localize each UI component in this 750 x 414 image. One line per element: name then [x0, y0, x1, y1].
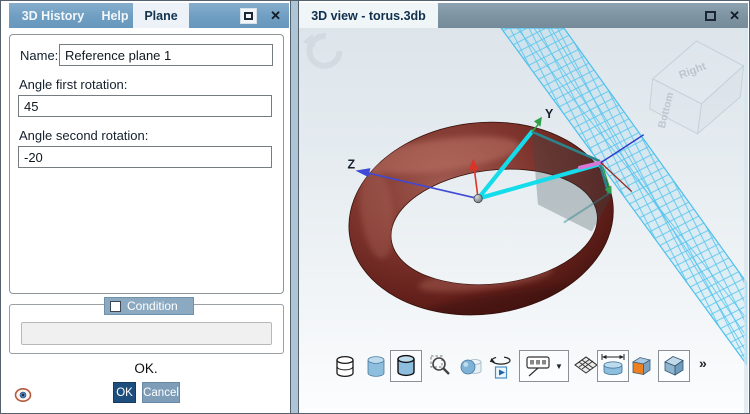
plane-dialog-panel: 3D History Help Plane ✕ Name: Angle firs…: [1, 1, 290, 413]
application-window: 3D History Help Plane ✕ Name: Angle firs…: [0, 0, 750, 414]
visibility-eye-icon[interactable]: [14, 386, 34, 404]
left-window-buttons: ✕: [240, 3, 289, 28]
3d-view-panel: 3D view - torus.3db ✕ Right Bottom Z Y ▼…: [299, 1, 749, 413]
tab-3d-view[interactable]: 3D view - torus.3db: [299, 3, 438, 28]
condition-toggle[interactable]: Condition: [104, 297, 194, 315]
rotate-watermark-icon: [302, 32, 343, 69]
angle-first-input[interactable]: [18, 95, 272, 117]
shaded-outline-cylinder-icon[interactable]: [390, 350, 422, 382]
close-icon[interactable]: ✕: [729, 9, 740, 22]
zoom-region-icon[interactable]: [429, 354, 453, 380]
3d-viewport[interactable]: Right Bottom Z Y ▼ »: [299, 28, 748, 413]
wireframe-cylinder-icon[interactable]: [333, 354, 357, 380]
z-axis-arrow: [355, 168, 371, 178]
ok-button[interactable]: OK: [113, 382, 136, 403]
dropdown-arrow-icon[interactable]: ▼: [555, 362, 563, 371]
tab-plane[interactable]: Plane: [133, 3, 189, 28]
view-cube[interactable]: Right Bottom: [649, 40, 745, 135]
angle-second-label: Angle second rotation:: [19, 128, 149, 143]
right-window-buttons: ✕: [705, 3, 748, 28]
transparency-sphere-icon[interactable]: [459, 354, 483, 380]
cancel-button[interactable]: Cancel: [142, 382, 180, 403]
name-label: Name:: [20, 48, 59, 63]
maximize-icon[interactable]: [705, 10, 717, 21]
condition-label: Condition: [127, 299, 178, 313]
orange-face-box-icon[interactable]: [629, 354, 653, 380]
tab-help[interactable]: Help: [97, 3, 133, 28]
z-axis-label: Z: [347, 158, 355, 172]
tab-3d-history[interactable]: 3D History: [9, 3, 97, 28]
close-icon[interactable]: ✕: [270, 9, 281, 22]
solid-cube-icon[interactable]: [658, 350, 690, 382]
panel-divider[interactable]: [290, 1, 299, 413]
viewport-edge-strip: [744, 28, 748, 413]
y-axis: Y: [531, 107, 554, 133]
left-titlebar: 3D History Help Plane ✕: [9, 3, 289, 28]
name-input[interactable]: [59, 44, 273, 66]
mesh-render-icon[interactable]: [574, 354, 598, 380]
angle-first-label: Angle first rotation:: [19, 77, 128, 92]
orbit-animation-icon[interactable]: [489, 354, 513, 380]
annotation-dropdown-icon[interactable]: ▼: [519, 350, 569, 382]
origin-point: [473, 193, 483, 204]
right-titlebar: 3D view - torus.3db ✕: [299, 3, 748, 28]
status-text: OK.: [134, 361, 158, 376]
maximize-icon: [244, 11, 254, 20]
more-tools-chevron[interactable]: »: [699, 355, 707, 371]
maximize-button[interactable]: [240, 7, 258, 24]
shaded-cylinder-icon[interactable]: [364, 354, 388, 380]
condition-checkbox[interactable]: [110, 300, 121, 312]
angle-second-input[interactable]: [18, 146, 272, 168]
view-toolbar: ▼ »: [299, 350, 748, 384]
y-axis-label: Y: [545, 107, 554, 121]
measure-diameter-icon[interactable]: [597, 350, 629, 382]
condition-value-input: [21, 322, 272, 345]
plane-parameters-groupbox: Name: Angle first rotation: Angle second…: [9, 34, 284, 294]
